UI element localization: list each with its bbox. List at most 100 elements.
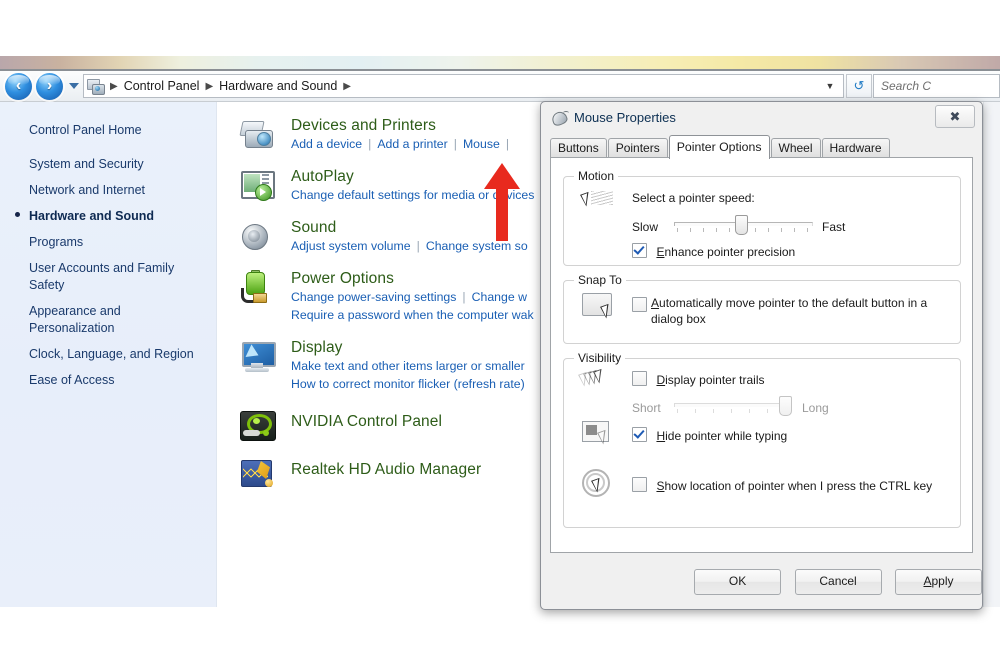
pointer-speed-slider[interactable] [674, 215, 813, 235]
sidebar-item-programs[interactable]: Programs [0, 232, 216, 253]
window-glass-strip [0, 56, 1000, 69]
sidebar-item-label: Clock, Language, and Region [29, 347, 194, 361]
link-add-a-device[interactable]: Add a device [291, 137, 362, 151]
sidebar: Control Panel Home System and Security N… [0, 102, 217, 607]
checkbox-icon [632, 427, 647, 442]
long-label: Long [802, 401, 829, 415]
breadcrumb-item-control-panel[interactable]: Control Panel [122, 79, 202, 93]
fast-label: Fast [822, 220, 846, 234]
sidebar-item-label: Ease of Access [29, 373, 115, 387]
mouse-properties-dialog: Mouse Properties ✖ Buttons Pointers Poin… [540, 101, 983, 610]
history-dropdown-icon[interactable] [69, 83, 79, 89]
sidebar-item-clock-language-and-region[interactable]: Clock, Language, and Region [0, 344, 216, 365]
realtek-icon [239, 457, 279, 491]
breadcrumb-item-hardware-and-sound[interactable]: Hardware and Sound [217, 79, 339, 93]
sidebar-item-label: Programs [29, 235, 84, 249]
checkbox-label: Automatically move pointer to the defaul… [651, 296, 928, 326]
checkbox-label: Enhance pointer precision [656, 245, 796, 259]
tab-panel-pointer-options: Motion Select a pointer speed: Slow Fast… [550, 157, 973, 553]
link-change-power-saving-settings[interactable]: Change power-saving settings [291, 290, 456, 304]
pointer-trails-slider[interactable] [674, 396, 793, 416]
hide-pointer-while-typing-checkbox[interactable]: Hide pointer while typing [632, 427, 787, 445]
sidebar-item-user-accounts-and-family-safety[interactable]: User Accounts and Family Safety [0, 258, 216, 296]
cancel-button[interactable]: Cancel [794, 569, 882, 595]
tab-buttons[interactable]: Buttons [550, 138, 607, 158]
checkbox-icon [632, 371, 647, 386]
link-mouse[interactable]: Mouse [463, 137, 500, 151]
sidebar-item-label: User Accounts and Family Safety [29, 261, 175, 292]
search-input[interactable]: Search C [873, 74, 1000, 98]
screen: ‹ › ▶ Control Panel ▶ Hardware and Sound… [0, 0, 1000, 667]
checkbox-label: Display pointer trails [656, 373, 765, 387]
sidebar-item-ease-of-access[interactable]: Ease of Access [0, 370, 216, 391]
link-change-system-sounds[interactable]: Change system so [426, 239, 528, 253]
checkbox-icon [632, 297, 647, 312]
monitor-icon [239, 340, 279, 374]
group-visibility: Visibility Display pointer trails Short [563, 351, 961, 528]
tab-hardware[interactable]: Hardware [821, 138, 890, 158]
link-add-a-printer[interactable]: Add a printer [377, 137, 447, 151]
annotation-arrow-icon [484, 163, 520, 241]
dialog-button-row: OK Cancel Apply [541, 569, 995, 595]
display-pointer-trails-checkbox[interactable]: Display pointer trails [632, 371, 765, 389]
link-how-to-correct-monitor-flicker[interactable]: How to correct monitor flicker (refresh … [291, 377, 525, 391]
sidebar-item-hardware-and-sound[interactable]: Hardware and Sound [0, 206, 216, 227]
sidebar-item-label: Appearance and Personalization [29, 304, 121, 335]
breadcrumb-separator-2: ▶ [343, 80, 351, 92]
auto-move-pointer-checkbox[interactable]: Automatically move pointer to the defaul… [632, 295, 942, 327]
sidebar-item-network-and-internet[interactable]: Network and Internet [0, 180, 216, 201]
chevron-down-icon[interactable]: ▼ [817, 81, 843, 91]
link-change-when-computer-sleeps[interactable]: Change w [472, 290, 527, 304]
enhance-pointer-precision-checkbox[interactable]: Enhance pointer precision [632, 243, 795, 261]
sidebar-item-appearance-and-personalization[interactable]: Appearance and Personalization [0, 301, 216, 339]
address-bar: ‹ › ▶ Control Panel ▶ Hardware and Sound… [0, 71, 1000, 102]
forward-arrow-icon[interactable]: › [36, 72, 63, 100]
link-require-a-password-when-the-computer-wakes[interactable]: Require a password when the computer wak [291, 308, 534, 322]
sidebar-item-control-panel-home[interactable]: Control Panel Home [29, 123, 142, 137]
autoplay-icon [239, 169, 279, 203]
group-snap-to-legend: Snap To [574, 273, 626, 287]
pointer-speed-label: Select a pointer speed: [632, 191, 755, 205]
short-label: Short [632, 401, 661, 415]
checkbox-label: Show location of pointer when I press th… [656, 479, 933, 493]
tab-wheel[interactable]: Wheel [770, 138, 821, 158]
checkbox-icon [632, 243, 647, 258]
sidebar-nav-list: System and Security Network and Internet… [0, 154, 216, 396]
dialog-title: Mouse Properties [574, 110, 676, 125]
pointer-speed-icon [582, 189, 616, 215]
dialog-title-bar: Mouse Properties [541, 102, 992, 133]
content-scrollbar[interactable] [983, 102, 1000, 607]
group-motion: Motion Select a pointer speed: Slow Fast… [563, 169, 961, 266]
link-make-text-and-other-items-larger-or-smaller[interactable]: Make text and other items larger or smal… [291, 359, 525, 373]
back-arrow-icon[interactable]: ‹ [5, 72, 32, 100]
nvidia-icon [239, 409, 279, 443]
checkbox-label: Hide pointer while typing [656, 429, 788, 443]
pointer-trails-icon [580, 369, 620, 397]
checkbox-icon [632, 477, 647, 492]
ok-button[interactable]: OK [694, 569, 782, 595]
hide-pointer-typing-icon [582, 421, 618, 449]
sidebar-item-system-and-security[interactable]: System and Security [0, 154, 216, 175]
speaker-icon [239, 220, 279, 254]
close-icon[interactable]: ✖ [935, 105, 975, 128]
link-adjust-system-volume[interactable]: Adjust system volume [291, 239, 411, 253]
sidebar-item-label: Network and Internet [29, 183, 146, 197]
refresh-icon[interactable]: ↺ [846, 74, 872, 98]
tab-pointers[interactable]: Pointers [607, 138, 668, 158]
breadcrumb-separator-1: ▶ [205, 80, 214, 92]
selected-bullet-icon [15, 212, 20, 217]
show-pointer-location-checkbox[interactable]: Show location of pointer when I press th… [632, 477, 932, 495]
group-snap-to: Snap To Automatically move pointer to th… [563, 273, 961, 344]
printer-icon [239, 118, 279, 152]
dialog-tabs: Buttons Pointers Pointer Options Wheel H… [550, 135, 973, 159]
breadcrumb-separator-0: ▶ [110, 80, 118, 92]
breadcrumb[interactable]: ▶ Control Panel ▶ Hardware and Sound ▶ ▼ [83, 74, 844, 98]
group-motion-legend: Motion [574, 169, 619, 183]
control-panel-icon [87, 78, 105, 95]
pointer-location-icon [582, 469, 616, 499]
sidebar-item-label: Hardware and Sound [29, 209, 155, 223]
tab-pointer-options[interactable]: Pointer Options [668, 135, 770, 159]
mouse-icon [550, 109, 569, 127]
apply-button[interactable]: Apply [895, 569, 982, 595]
slow-label: Slow [632, 220, 659, 234]
